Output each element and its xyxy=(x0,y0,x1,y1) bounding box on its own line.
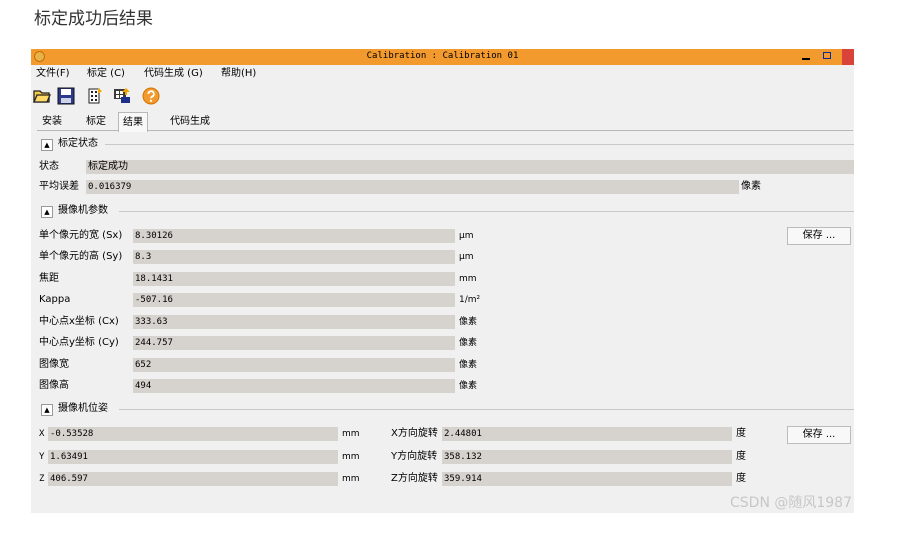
pose-rotation-unit: 度 xyxy=(736,428,746,439)
section-calib-status[interactable]: ▲ 标定状态 xyxy=(41,137,98,151)
camera-param-label: 单个像元的宽 (Sx) xyxy=(39,230,123,241)
pose-rotation-unit: 度 xyxy=(736,451,746,462)
camera-param-value: 8.3 xyxy=(133,250,455,264)
camera-param-unit: 像素 xyxy=(459,317,478,327)
pose-unit: mm xyxy=(342,474,360,484)
calibration-window: Calibration : Calibration 01 文件(F) 标定 (C… xyxy=(31,49,854,513)
camera-param-label: 图像高 xyxy=(39,380,69,391)
section-divider xyxy=(105,144,854,145)
camera-param-unit: 像素 xyxy=(459,360,478,370)
save-disk-icon[interactable] xyxy=(57,87,75,105)
camera-param-value: 244.757 xyxy=(133,336,455,350)
state-label: 状态 xyxy=(39,161,59,172)
camera-param-label: 图像宽 xyxy=(39,359,69,370)
section-camera-pose[interactable]: ▲ 摄像机位姿 xyxy=(41,402,108,416)
pose-value: 1.63491 xyxy=(48,450,338,464)
save-camera-pose-button[interactable]: 保存 ... xyxy=(787,426,851,444)
camera-param-label: 单个像元的高 (Sy) xyxy=(39,251,123,262)
camera-grab-icon[interactable] xyxy=(113,87,131,105)
camera-param-value: 8.30126 xyxy=(133,229,455,243)
minimize-icon[interactable] xyxy=(802,58,810,60)
menu-codegen[interactable]: 代码生成 (G) xyxy=(144,66,203,82)
close-icon[interactable] xyxy=(842,49,854,65)
chevron-up-icon[interactable]: ▲ xyxy=(41,206,53,218)
section-divider xyxy=(119,211,854,212)
menu-calibrate[interactable]: 标定 (C) xyxy=(87,66,125,82)
pose-value: -0.53528 xyxy=(48,427,338,441)
camera-param-label: 焦距 xyxy=(39,273,59,284)
pose-axis-label: X xyxy=(39,429,45,439)
pose-rotation-label: X方向旋转 xyxy=(391,428,438,439)
tab-calibrate[interactable]: 标定 xyxy=(82,114,110,130)
mean-error-value: 0.016379 xyxy=(86,180,739,194)
maximize-icon[interactable] xyxy=(823,52,831,59)
menu-help[interactable]: 帮助(H) xyxy=(221,66,256,82)
camera-param-label: 中心点x坐标 (Cx) xyxy=(39,316,119,327)
camera-param-label: Kappa xyxy=(39,294,71,305)
tab-codegen[interactable]: 代码生成 xyxy=(166,114,214,130)
pose-axis-label: Y xyxy=(39,452,45,462)
camera-param-unit: 像素 xyxy=(459,381,478,391)
section-title: 标定状态 xyxy=(58,138,98,149)
mean-error-unit: 像素 xyxy=(741,181,761,192)
pose-rotation-value: 359.914 xyxy=(442,472,732,486)
pose-value: 406.597 xyxy=(48,472,338,486)
camera-param-value: -507.16 xyxy=(133,293,455,307)
pose-rotation-value: 358.132 xyxy=(442,450,732,464)
camera-param-value: 494 xyxy=(133,379,455,393)
camera-param-value: 18.1431 xyxy=(133,272,455,286)
camera-param-label: 中心点y坐标 (Cy) xyxy=(39,337,119,348)
section-camera-params[interactable]: ▲ 摄像机参数 xyxy=(41,204,108,218)
camera-param-unit: 像素 xyxy=(459,338,478,348)
window-title: Calibration : Calibration 01 xyxy=(366,51,519,61)
tab-strip xyxy=(37,130,853,131)
camera-param-value: 652 xyxy=(133,358,455,372)
page-caption: 标定成功后结果 xyxy=(34,9,153,29)
camera-param-unit: μm xyxy=(459,252,474,262)
tab-results[interactable]: 结果 xyxy=(118,112,148,132)
pose-rotation-label: Z方向旋转 xyxy=(391,473,438,484)
section-title: 摄像机参数 xyxy=(58,205,108,216)
help-icon[interactable] xyxy=(142,87,160,105)
pose-unit: mm xyxy=(342,452,360,462)
camera-param-value: 333.63 xyxy=(133,315,455,329)
pose-axis-label: Z xyxy=(39,474,45,484)
mean-error-label: 平均误差 xyxy=(39,181,79,192)
camera-param-unit: 1/m² xyxy=(459,295,481,305)
save-camera-params-button[interactable]: 保存 ... xyxy=(787,227,851,245)
state-value: 标定成功 xyxy=(86,160,854,174)
watermark: CSDN @随风1987 xyxy=(730,495,852,511)
chevron-up-icon[interactable]: ▲ xyxy=(41,404,53,416)
camera-param-unit: μm xyxy=(459,231,474,241)
menu-file[interactable]: 文件(F) xyxy=(36,66,70,82)
calibration-plate-icon[interactable] xyxy=(86,87,104,105)
pose-rotation-value: 2.44801 xyxy=(442,427,732,441)
section-divider xyxy=(119,409,854,410)
section-title: 摄像机位姿 xyxy=(58,403,108,414)
open-folder-icon[interactable] xyxy=(33,87,51,105)
pose-unit: mm xyxy=(342,429,360,439)
pose-rotation-unit: 度 xyxy=(736,473,746,484)
camera-param-unit: mm xyxy=(459,274,477,284)
tab-install[interactable]: 安装 xyxy=(38,114,66,130)
pose-rotation-label: Y方向旋转 xyxy=(391,451,438,462)
chevron-up-icon[interactable]: ▲ xyxy=(41,139,53,151)
